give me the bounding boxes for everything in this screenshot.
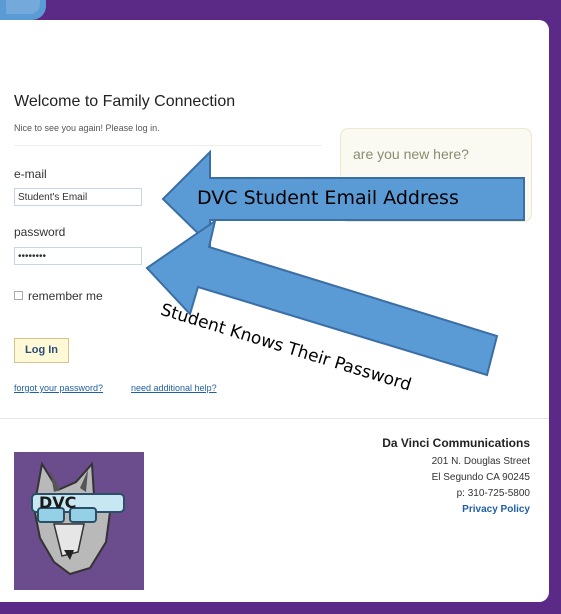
annotation-arrows bbox=[145, 149, 525, 377]
email-annotation-text: DVC Student Email Address bbox=[197, 187, 459, 209]
